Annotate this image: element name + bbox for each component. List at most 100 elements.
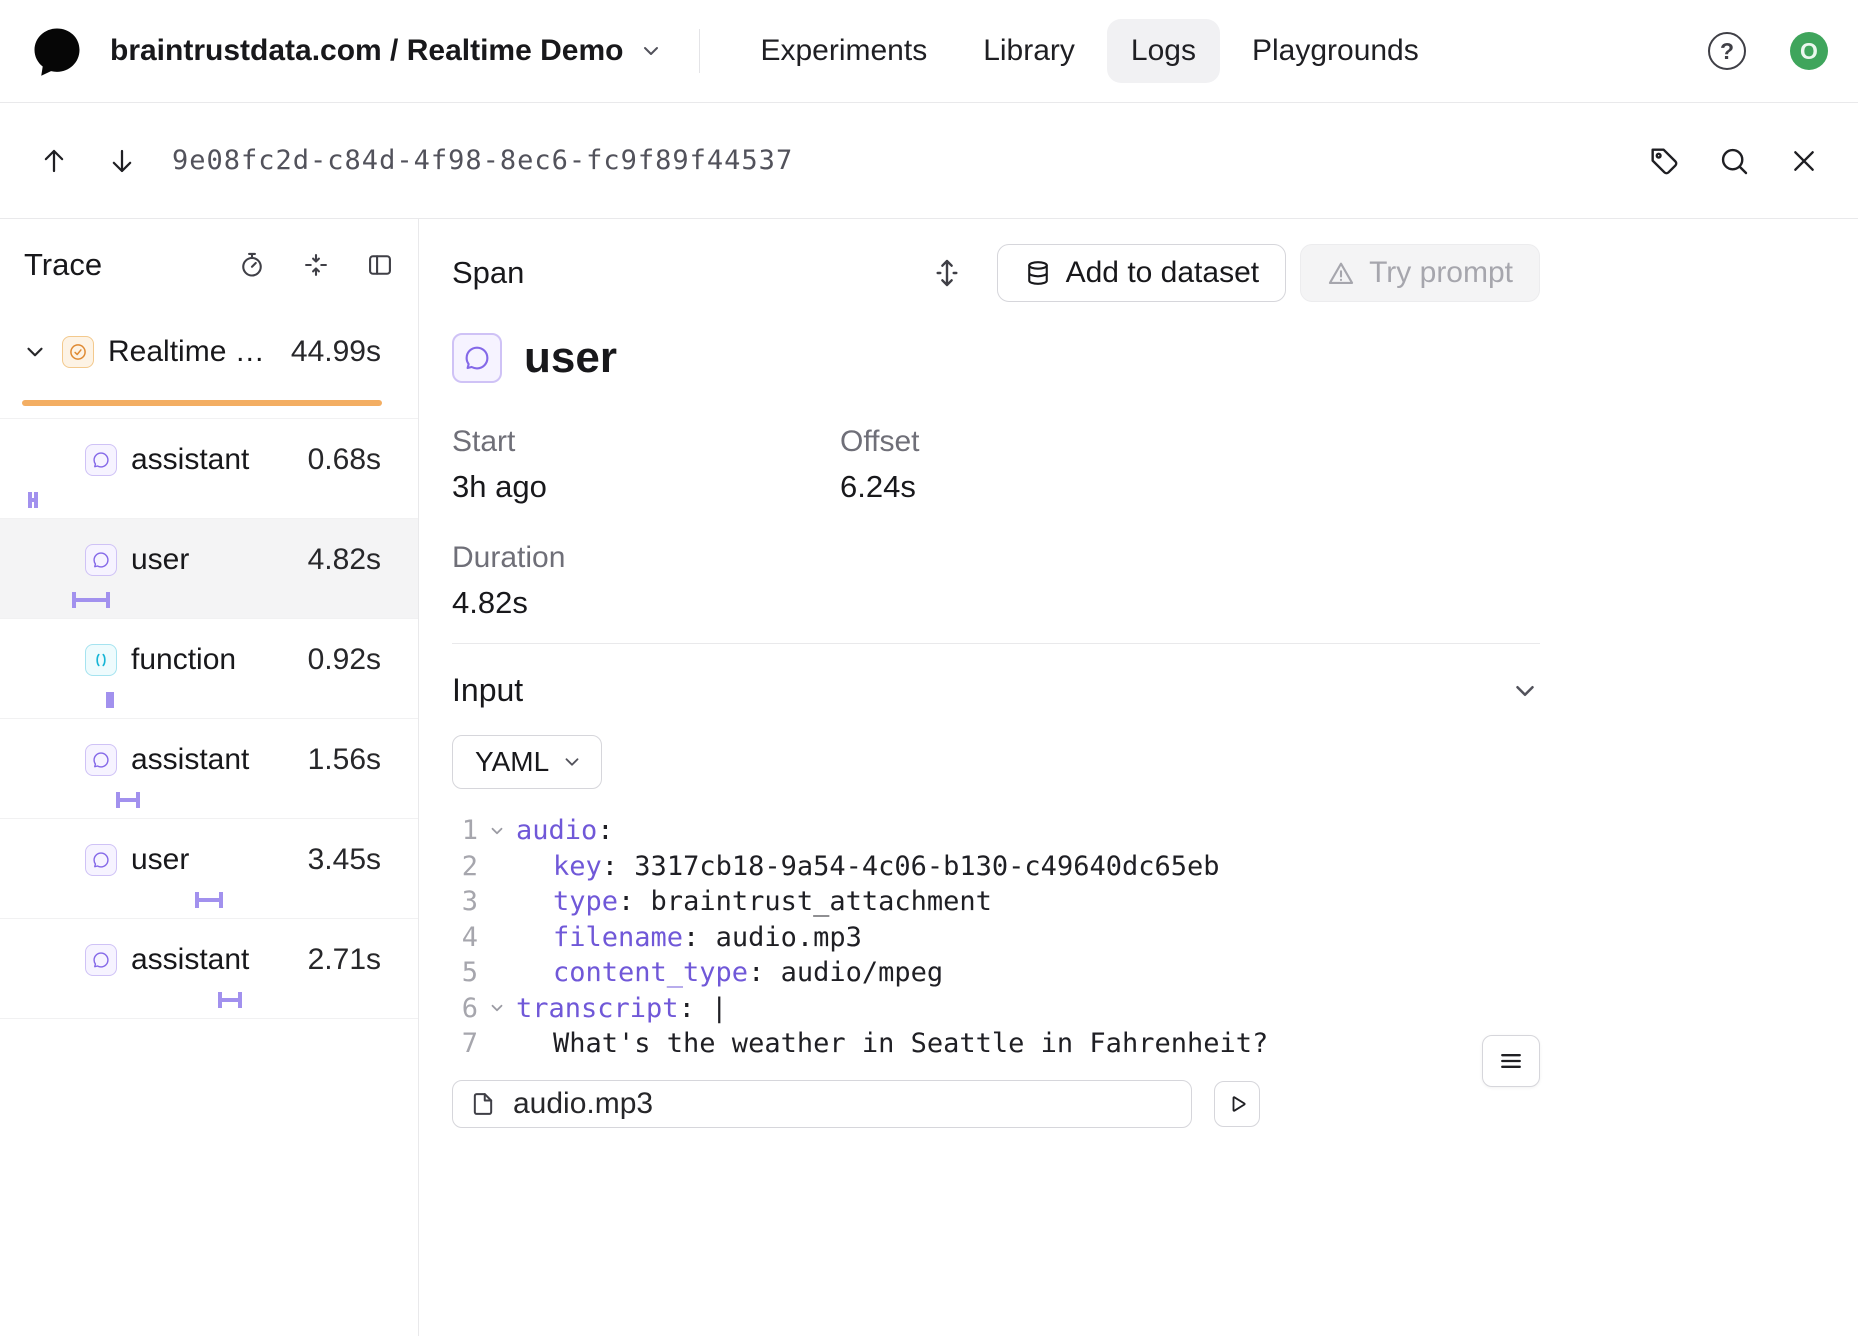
warning-triangle-icon (1327, 259, 1355, 287)
field-start: Start 3h ago (452, 425, 840, 505)
audio-file-icon (469, 1090, 497, 1118)
span-duration: 4.82s (308, 543, 381, 577)
timer-icon[interactable] (238, 251, 266, 279)
task-check-icon (62, 336, 94, 368)
field-offset: Offset 6.24s (840, 425, 1540, 505)
more-options-button[interactable] (1482, 1035, 1540, 1087)
next-trace-button[interactable] (98, 137, 146, 185)
add-to-dataset-button[interactable]: Add to dataset (997, 244, 1286, 302)
trace-tree-panel: Trace (0, 219, 419, 1336)
span-name: user (524, 333, 617, 383)
trace-tree-tools (238, 251, 394, 279)
duration-bar (116, 792, 140, 808)
code-text: key: 3317cb18-9a54-4c06-b130-c49640dc65e… (516, 851, 1220, 882)
nav-library[interactable]: Library (959, 19, 1099, 83)
avatar-letter: O (1800, 38, 1818, 65)
span-label: Realtime ses... (108, 335, 269, 369)
yaml-code-viewer[interactable]: 1 audio: 2 key: 3317cb18-9a54-4c06-b130-… (452, 813, 1540, 1062)
duration-bar (195, 892, 223, 908)
format-select[interactable]: YAML (452, 735, 602, 789)
span-fields: Start 3h ago Offset 6.24s Duration 4.82s (452, 425, 1540, 621)
nav-logs[interactable]: Logs (1107, 19, 1220, 83)
line-number: 6 (452, 993, 478, 1024)
span-label: assistant (131, 443, 286, 477)
tag-button[interactable] (1640, 137, 1688, 185)
top-navigation: braintrustdata.com / Realtime Demo Exper… (0, 0, 1858, 103)
trace-tree-header: Trace (0, 219, 418, 311)
span-label: user (131, 543, 286, 577)
input-section-header[interactable]: Input (452, 672, 1540, 709)
collapse-all-icon[interactable] (302, 251, 330, 279)
trace-span-row-assistant[interactable]: assistant 0.68s (0, 419, 418, 519)
line-number: 4 (452, 922, 478, 953)
span-header: Span Add to dataset Try prompt (452, 243, 1540, 303)
chat-bubble-icon (452, 333, 502, 383)
fold-chevron-icon[interactable] (478, 822, 516, 840)
line-number: 3 (452, 886, 478, 917)
trace-span-row-assistant[interactable]: assistant 1.56s (0, 719, 418, 819)
trace-tree: Realtime ses... 44.99s assistant 0.68s (0, 311, 418, 1019)
audio-attachment[interactable]: audio.mp3 (452, 1080, 1192, 1128)
span-panel-title: Span (452, 255, 524, 291)
line-number: 2 (452, 851, 478, 882)
help-button[interactable]: ? (1708, 32, 1746, 70)
field-value: 3h ago (452, 469, 840, 505)
project-switcher[interactable]: braintrustdata.com / Realtime Demo (110, 34, 663, 68)
field-label: Offset (840, 425, 1540, 459)
chevron-down-icon (561, 751, 583, 773)
chat-bubble-icon (85, 844, 117, 876)
span-duration: 0.92s (308, 643, 381, 677)
code-line: 7 What's the weather in Seattle in Fahre… (452, 1026, 1540, 1062)
chat-bubble-icon (85, 444, 117, 476)
trace-toolbar: 9e08fc2d-c84d-4f98-8ec6-fc9f89f44537 (0, 103, 1858, 219)
trace-root-row[interactable]: Realtime ses... 44.99s (0, 311, 418, 419)
field-label: Duration (452, 541, 840, 575)
content-area: Trace (0, 219, 1858, 1336)
close-button[interactable] (1780, 137, 1828, 185)
code-line: 6 transcript: | (452, 991, 1540, 1027)
play-audio-button[interactable] (1214, 1081, 1260, 1127)
field-value: 6.24s (840, 469, 1540, 505)
section-divider (452, 643, 1540, 644)
nav-playgrounds[interactable]: Playgrounds (1228, 19, 1443, 83)
chevron-down-icon (639, 39, 663, 63)
try-prompt-label: Try prompt (1369, 256, 1513, 290)
code-line: 4 filename: audio.mp3 (452, 920, 1540, 956)
chat-bubble-icon (85, 544, 117, 576)
span-duration: 2.71s (308, 943, 381, 977)
code-text: filename: audio.mp3 (516, 922, 862, 953)
span-label: function (131, 643, 286, 677)
duration-bar (72, 592, 110, 608)
code-line: 1 audio: (452, 813, 1540, 849)
span-duration: 0.68s (308, 443, 381, 477)
code-text: What's the weather in Seattle in Fahrenh… (516, 1028, 1268, 1059)
expand-vertical-icon[interactable] (931, 257, 963, 289)
attachment-filename: audio.mp3 (513, 1087, 653, 1121)
chevron-down-icon[interactable] (22, 339, 48, 365)
search-button[interactable] (1710, 137, 1758, 185)
span-duration: 1.56s (308, 743, 381, 777)
user-avatar[interactable]: O (1790, 32, 1828, 70)
duration-bar (218, 992, 242, 1008)
span-label: assistant (131, 743, 286, 777)
trace-id: 9e08fc2d-c84d-4f98-8ec6-fc9f89f44537 (172, 145, 793, 176)
code-text: transcript: | (516, 993, 727, 1024)
brand-logo-icon[interactable] (30, 24, 84, 78)
panel-toggle-icon[interactable] (366, 251, 394, 279)
trace-span-row-user[interactable]: user 3.45s (0, 819, 418, 919)
trace-span-row-user-selected[interactable]: user 4.82s (0, 519, 418, 619)
chevron-down-icon[interactable] (1510, 676, 1540, 706)
trace-span-row-assistant[interactable]: assistant 2.71s (0, 919, 418, 1019)
nav-experiments[interactable]: Experiments (736, 19, 951, 83)
duration-bar (28, 492, 38, 508)
primary-nav: Experiments Library Logs Playgrounds (736, 19, 1442, 83)
duration-bar (22, 400, 382, 406)
try-prompt-button[interactable]: Try prompt (1300, 244, 1540, 302)
code-line: 3 type: braintrust_attachment (452, 884, 1540, 920)
function-parens-icon (85, 644, 117, 676)
fold-chevron-icon[interactable] (478, 999, 516, 1017)
field-label: Start (452, 425, 840, 459)
duration-bar (106, 692, 114, 708)
prev-trace-button[interactable] (30, 137, 78, 185)
trace-span-row-function[interactable]: function 0.92s (0, 619, 418, 719)
